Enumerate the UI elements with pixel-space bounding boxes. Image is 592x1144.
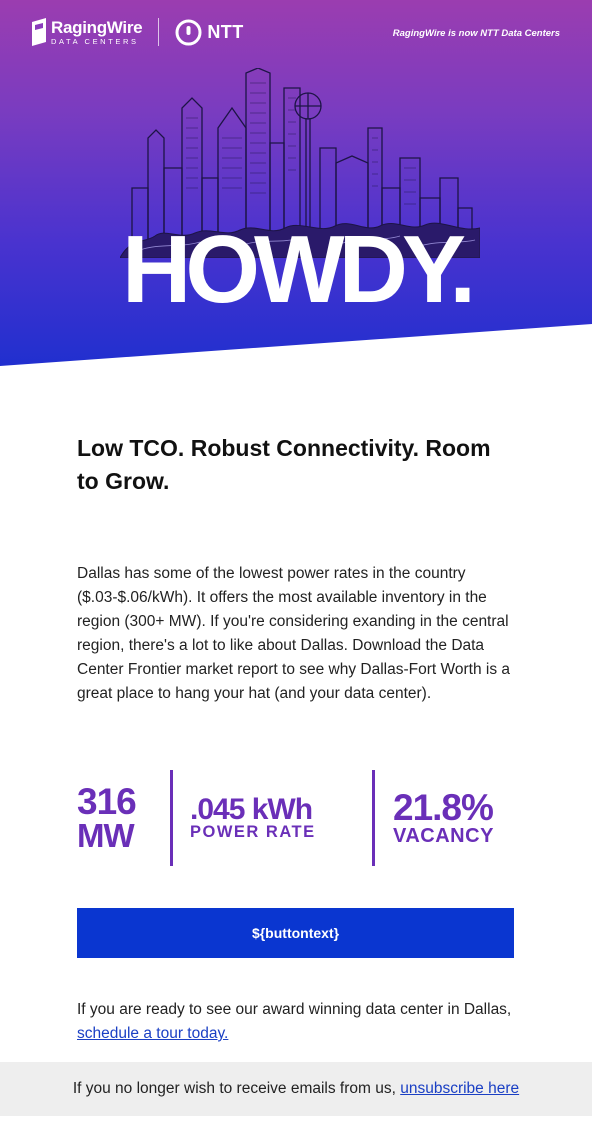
tour-text: If you are ready to see our award winnin… — [77, 1001, 512, 1018]
stats-row: 316 MW .045 kWh POWER RATE 21.8% VACANCY — [77, 768, 517, 868]
stat-power-capacity: 316 MW — [77, 768, 157, 868]
partner-name: NTT — [207, 21, 244, 42]
hero-banner: RagingWire DATA CENTERS NTT RagingWire i… — [0, 0, 592, 370]
stat-divider — [170, 770, 173, 866]
brand-divider — [158, 18, 160, 46]
footer-text: If you no longer wish to receive emails … — [72, 1080, 396, 1097]
ntt-logo: NTT — [175, 19, 244, 46]
ragingwire-logo[interactable]: RagingWire DATA CENTERS NTT — [30, 16, 244, 48]
headline: Low TCO. Robust Connectivity. Room to Gr… — [77, 435, 491, 494]
brand-subtitle: DATA CENTERS — [51, 36, 139, 46]
stat-vacancy: 21.8% VACANCY — [393, 768, 517, 868]
schedule-tour-link[interactable]: schedule a tour today. — [77, 1025, 228, 1042]
footer: If you no longer wish to receive emails … — [0, 1062, 592, 1116]
cta-button[interactable]: ${buttontext} — [77, 908, 514, 958]
tour-paragraph: If you are ready to see our award winnin… — [77, 998, 517, 1046]
stat-label: MW — [77, 817, 135, 855]
hero-title: HOWDY. — [122, 216, 476, 323]
intro-paragraph: Dallas has some of the lowest power rate… — [77, 565, 510, 702]
brand-name: RagingWire — [51, 17, 143, 37]
stat-divider — [372, 770, 375, 866]
stat-power-rate: .045 kWh POWER RATE — [190, 768, 370, 868]
rebrand-note: RagingWire is now NTT Data Centers — [392, 28, 560, 39]
stat-value: 21.8% — [393, 787, 494, 829]
stat-value: 316 — [77, 780, 137, 822]
ntt-circle-icon — [175, 19, 202, 45]
ragingwire-mark-icon — [32, 18, 46, 46]
stat-label: VACANCY — [393, 824, 494, 847]
stat-value: .045 kWh — [190, 792, 313, 826]
unsubscribe-link[interactable]: unsubscribe here — [400, 1080, 519, 1098]
stat-label: POWER RATE — [190, 823, 316, 841]
